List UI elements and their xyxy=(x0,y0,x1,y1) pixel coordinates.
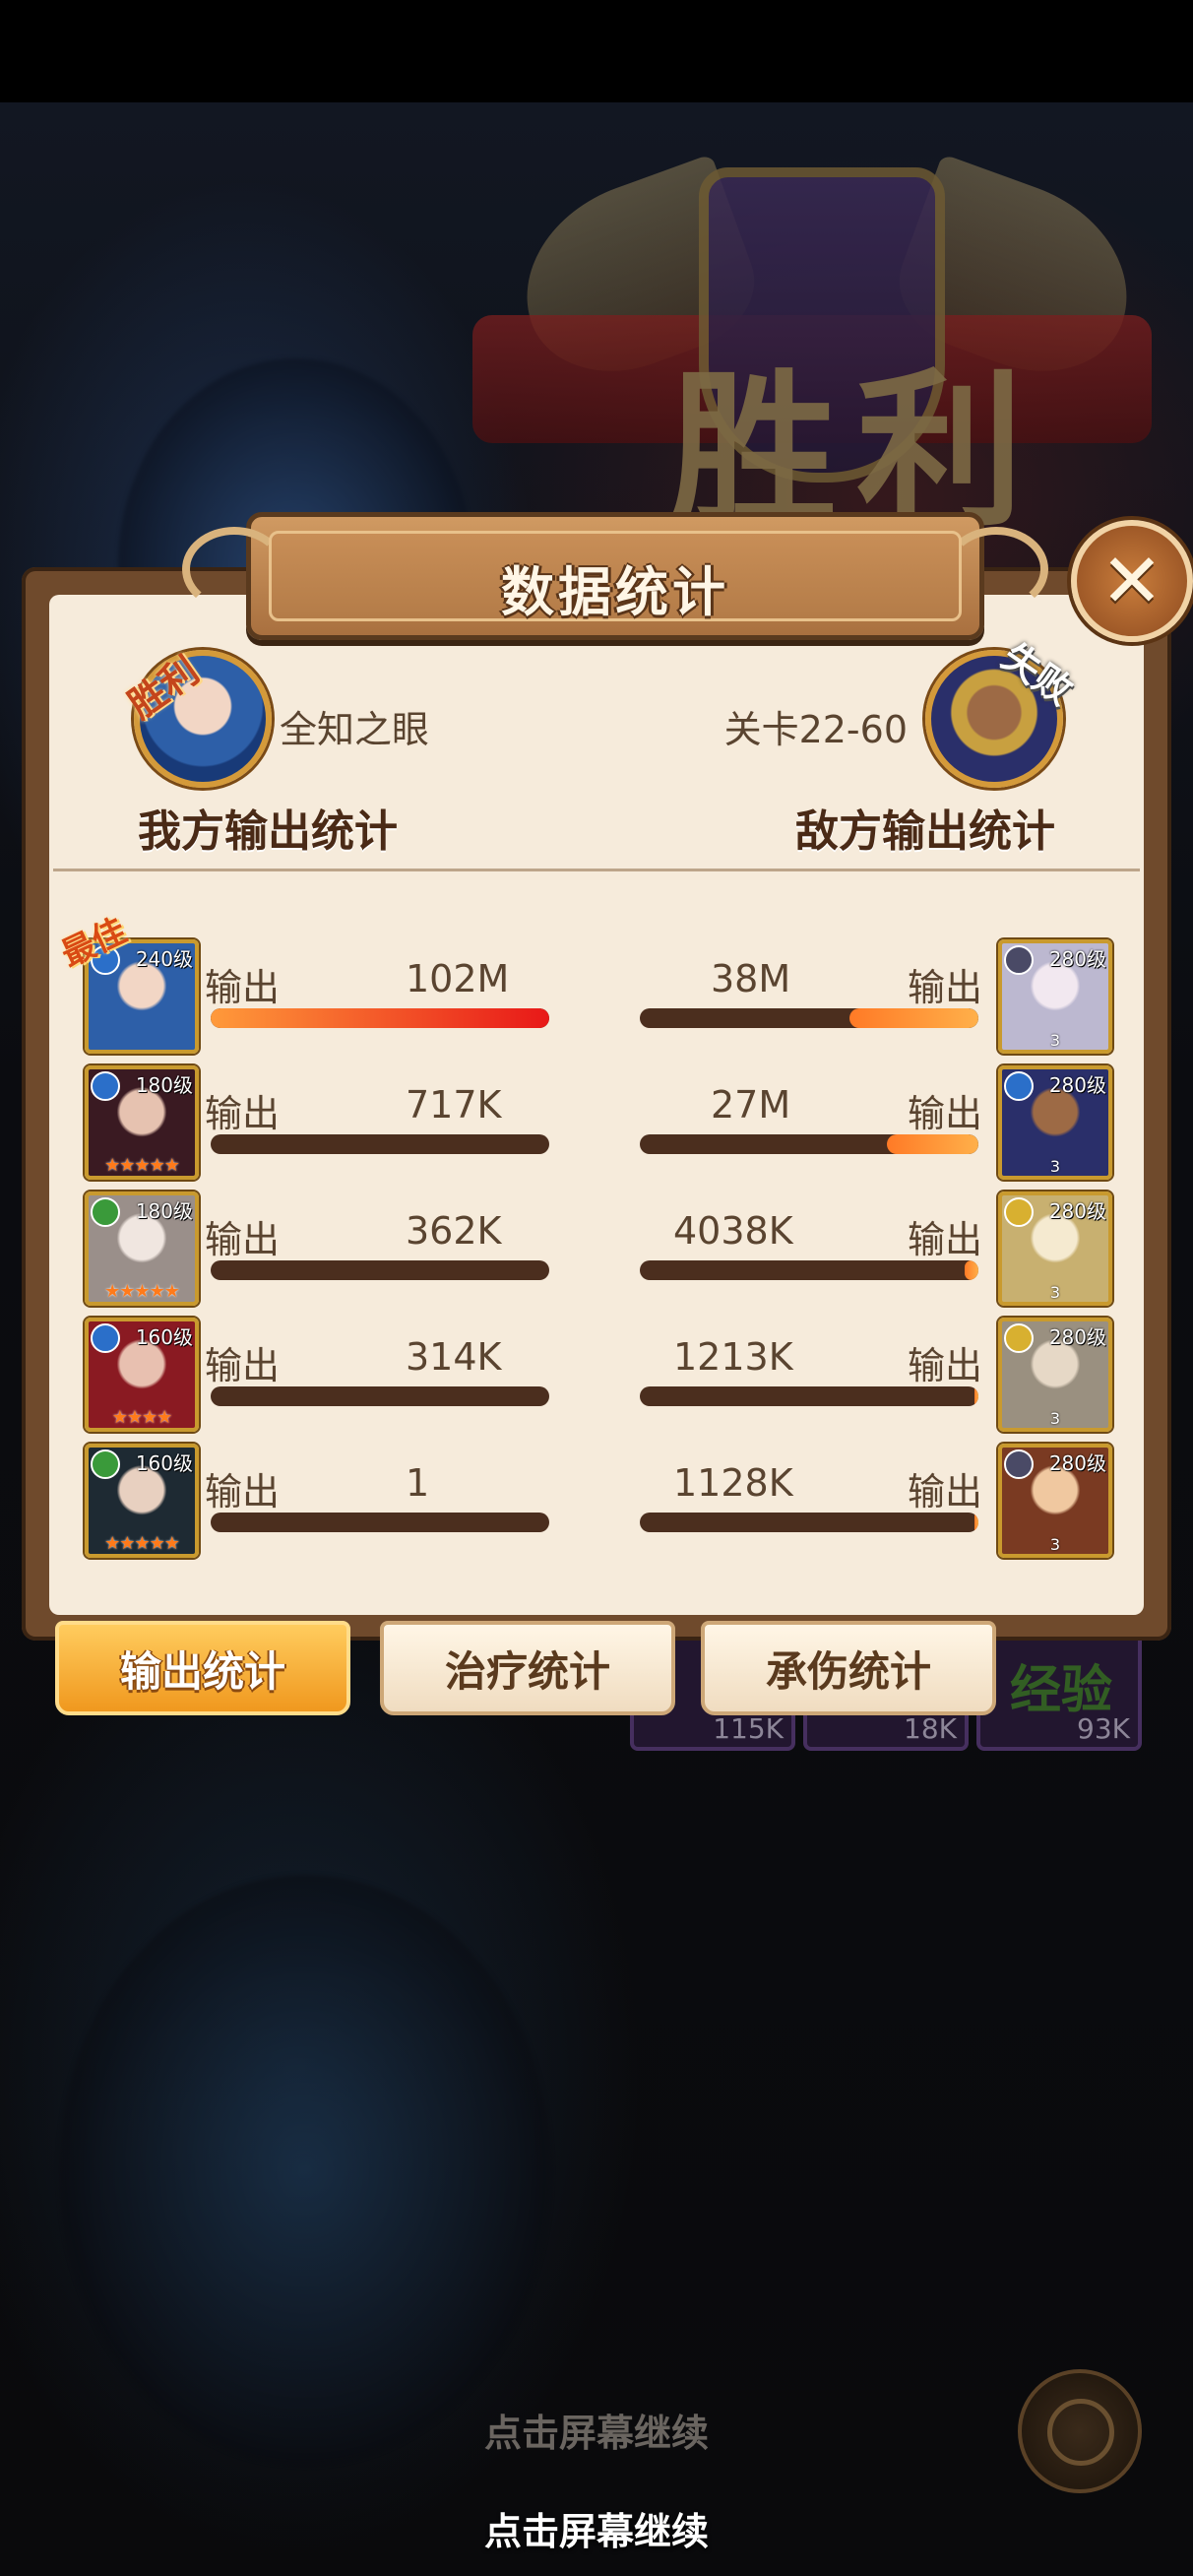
enemy-output-bar-fill xyxy=(887,1134,978,1154)
hero-level: 240级 xyxy=(135,947,193,971)
output-label: 输出 xyxy=(205,966,281,1009)
ally-output-value: 102M xyxy=(406,957,510,1000)
divider xyxy=(53,869,1140,871)
ally-output-bar xyxy=(211,1260,549,1280)
enemy-output-value: 27M xyxy=(711,1083,791,1127)
continue-hint-faded: 点击屏幕继续 xyxy=(483,2412,709,2455)
hero-level: 160级 xyxy=(135,1451,193,1475)
ally-output-title: 我方输出统计 xyxy=(138,806,398,857)
reward-value: 115K xyxy=(713,1712,784,1745)
ally-player-name: 全知之眼 xyxy=(280,708,430,751)
hero-level: 160级 xyxy=(135,1325,193,1349)
element-icon xyxy=(91,1323,120,1353)
output-label: 输出 xyxy=(205,1344,281,1387)
hero-level: 280级 xyxy=(1048,1325,1106,1349)
enemy-output-value: 1128K xyxy=(673,1461,793,1505)
enemy-output-bar xyxy=(640,1513,978,1532)
output-label: 输出 xyxy=(908,966,983,1009)
star-rating: ★★★★★ xyxy=(104,1533,180,1554)
element-icon xyxy=(1004,1071,1034,1101)
ally-hero-portrait: 160级 ★★★★ xyxy=(85,1318,199,1432)
star-rating: ★★★★★ xyxy=(104,1155,180,1176)
close-button[interactable]: ✕ xyxy=(1071,520,1193,642)
tab-output-stats[interactable]: 输出统计 xyxy=(55,1621,350,1715)
ally-output-bar xyxy=(211,1386,549,1406)
enemy-hero-portrait: 280级 3 xyxy=(998,1065,1112,1180)
enemy-output-value: 1213K xyxy=(673,1335,793,1379)
enemy-output-bar xyxy=(640,1260,978,1280)
star-rating: ★★★★★ xyxy=(104,1281,180,1302)
output-label: 输出 xyxy=(205,1092,281,1135)
ally-output-bar xyxy=(211,1008,549,1028)
ally-hero-portrait: 160级 ★★★★★ xyxy=(85,1444,199,1558)
output-label: 输出 xyxy=(908,1470,983,1513)
element-icon xyxy=(91,1071,120,1101)
close-icon: ✕ xyxy=(1100,537,1163,624)
ally-output-bar xyxy=(211,1513,549,1532)
tab-damage-taken-stats[interactable]: 承伤统计 xyxy=(701,1621,996,1715)
hero-level: 180级 xyxy=(135,1199,193,1223)
hero-rank: 3 xyxy=(1049,1031,1061,1050)
hero-rank: 3 xyxy=(1049,1157,1061,1176)
continue-hint[interactable]: 点击屏幕继续 xyxy=(0,2501,1193,2555)
ally-hero-portrait: 180级 ★★★★★ xyxy=(85,1065,199,1180)
hero-level: 280级 xyxy=(1048,1451,1106,1475)
hero-level: 280级 xyxy=(1048,1073,1106,1097)
hero-rank: 3 xyxy=(1049,1283,1061,1302)
reward-card-exp: 经验 93K xyxy=(976,1625,1142,1751)
hero-level: 280级 xyxy=(1048,947,1106,971)
output-label: 输出 xyxy=(205,1470,281,1513)
panel-title-plate: 数据统计 xyxy=(182,512,1048,640)
stage-label: 关卡22-60 xyxy=(723,708,908,751)
element-icon xyxy=(91,1197,120,1227)
ally-output-value: 362K xyxy=(406,1209,502,1253)
panel-title: 数据统计 xyxy=(501,561,729,623)
enemy-output-bar-fill xyxy=(974,1513,978,1532)
enemy-hero-portrait: 280级 3 xyxy=(998,939,1112,1054)
ally-output-bar xyxy=(211,1134,549,1154)
reward-value: 18K xyxy=(904,1712,957,1745)
ally-output-value: 717K xyxy=(406,1083,502,1127)
element-icon xyxy=(1004,945,1034,975)
enemy-output-bar-fill xyxy=(965,1260,978,1280)
enemy-output-bar-fill xyxy=(849,1008,978,1028)
enemy-output-bar xyxy=(640,1008,978,1028)
hero-rank: 3 xyxy=(1049,1535,1061,1554)
enemy-hero-portrait: 280级 3 xyxy=(998,1444,1112,1558)
ally-output-bar-fill xyxy=(211,1008,549,1028)
hero-level: 280级 xyxy=(1048,1199,1106,1223)
enemy-hero-portrait: 280级 3 xyxy=(998,1191,1112,1306)
enemy-output-value: 38M xyxy=(711,957,791,1000)
element-icon xyxy=(91,1449,120,1479)
element-icon xyxy=(1004,1197,1034,1227)
enemy-output-title: 敌方输出统计 xyxy=(795,806,1055,857)
enemy-output-value: 4038K xyxy=(673,1209,793,1253)
reward-label: 经验 xyxy=(1010,1661,1113,1720)
ally-hero-portrait: 180级 ★★★★★ xyxy=(85,1191,199,1306)
output-label: 输出 xyxy=(908,1092,983,1135)
element-icon xyxy=(1004,1323,1034,1353)
tab-healing-stats[interactable]: 治疗统计 xyxy=(380,1621,675,1715)
speed-toggle-button[interactable] xyxy=(1018,2369,1142,2493)
star-rating: ★★★★ xyxy=(111,1407,173,1428)
output-label: 输出 xyxy=(205,1218,281,1261)
element-icon xyxy=(1004,1449,1034,1479)
enemy-output-bar-fill xyxy=(973,1386,978,1406)
enemy-output-bar xyxy=(640,1134,978,1154)
background-character xyxy=(59,1875,551,2466)
output-label: 输出 xyxy=(908,1218,983,1261)
ally-output-value: 314K xyxy=(406,1335,502,1379)
reward-value: 93K xyxy=(1077,1712,1130,1745)
enemy-hero-portrait: 280级 3 xyxy=(998,1318,1112,1432)
hero-rank: 3 xyxy=(1049,1409,1061,1428)
output-label: 输出 xyxy=(908,1344,983,1387)
enemy-output-bar xyxy=(640,1386,978,1406)
hero-level: 180级 xyxy=(135,1073,193,1097)
ally-output-value: 1 xyxy=(406,1461,430,1505)
